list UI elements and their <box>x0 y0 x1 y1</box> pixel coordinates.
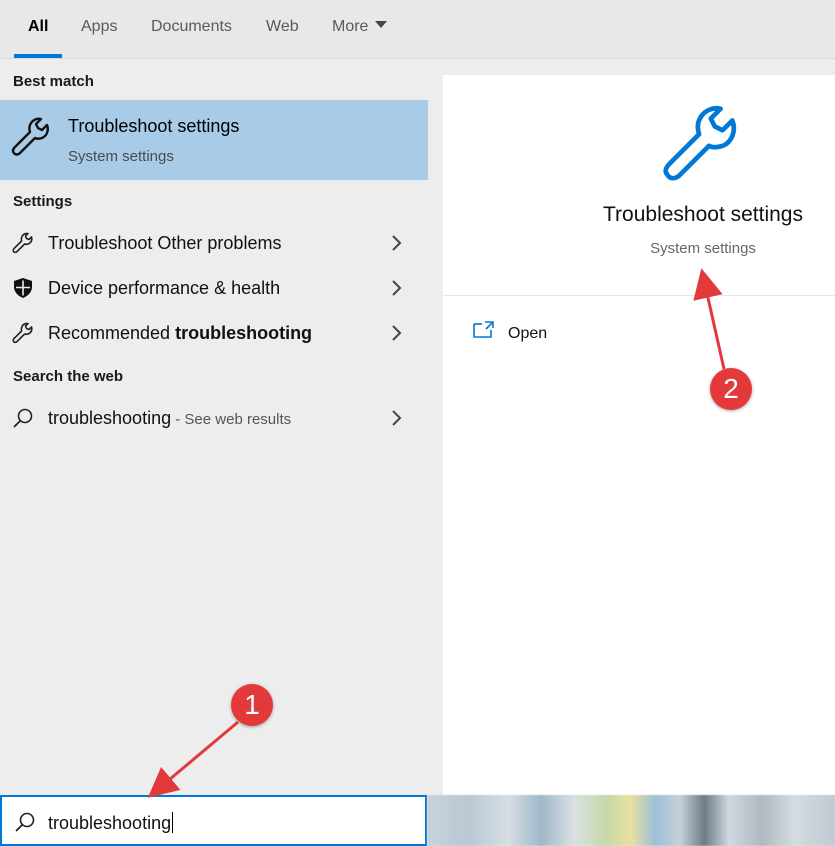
preview-subtitle: System settings <box>650 240 756 257</box>
search-input[interactable]: troubleshooting <box>0 795 427 846</box>
wrench-icon <box>11 117 49 156</box>
web-results-hint: - See web results <box>171 411 292 428</box>
list-item-label: Troubleshoot Other problems <box>48 233 282 253</box>
list-item-label: troubleshooting - See web results <box>48 408 291 429</box>
search-icon <box>15 812 35 832</box>
wrench-icon <box>663 105 737 181</box>
label-prefix: Recommended <box>48 323 176 343</box>
open-action[interactable]: Open <box>508 325 547 343</box>
list-item-recommended-troubleshooting[interactable]: Recommended troubleshooting <box>0 311 428 355</box>
callout-badge-1: 1 <box>231 684 273 726</box>
chevron-right-icon[interactable] <box>390 409 404 427</box>
best-match-item[interactable]: Troubleshoot settings System settings <box>0 100 428 180</box>
preview-pane: Troubleshoot settings System settings Op… <box>428 59 835 795</box>
search-value[interactable]: troubleshooting <box>48 812 174 834</box>
label-bold: troubleshooting <box>175 323 313 343</box>
list-item-web-search[interactable]: troubleshooting - See web results <box>0 396 428 440</box>
results-list: Best match Troubleshoot settings System … <box>0 59 428 795</box>
chevron-right-icon[interactable] <box>390 324 404 342</box>
tab-web[interactable]: Web <box>266 0 299 58</box>
preview-title: Troubleshoot settings <box>602 203 803 226</box>
tab-more-label: More <box>332 18 369 35</box>
text-cursor <box>172 812 174 833</box>
chevron-right-icon[interactable] <box>390 234 404 252</box>
search-web-heading: Search the web <box>13 368 124 385</box>
tab-all[interactable]: All <box>13 0 64 58</box>
web-query: troubleshooting <box>48 408 172 428</box>
shield-icon <box>14 278 32 298</box>
divider <box>443 295 835 296</box>
best-match-title: Troubleshoot settings <box>68 116 240 136</box>
wrench-icon <box>12 232 33 254</box>
settings-heading: Settings <box>13 193 73 210</box>
caret-down-icon <box>375 21 388 28</box>
search-icon <box>13 408 33 428</box>
list-item-label: Recommended troubleshooting <box>48 323 312 344</box>
wrench-icon <box>12 322 33 344</box>
tab-documents[interactable]: Documents <box>151 0 232 58</box>
search-query: troubleshooting <box>48 813 172 833</box>
taskbar <box>427 795 835 846</box>
search-tabs-bar: All Apps Documents Web More <box>0 0 835 59</box>
best-match-heading: Best match <box>13 73 94 90</box>
callout-badge-2: 2 <box>710 368 752 410</box>
list-item-device-performance[interactable]: Device performance & health <box>0 266 428 310</box>
open-window-icon[interactable] <box>473 321 495 339</box>
preview-card: Troubleshoot settings System settings Op… <box>443 75 835 795</box>
chevron-right-icon[interactable] <box>390 279 404 297</box>
list-item-troubleshoot-other[interactable]: Troubleshoot Other problems <box>0 221 428 265</box>
list-item-label: Device performance & health <box>48 278 281 298</box>
best-match-subtitle: System settings <box>68 148 174 165</box>
tab-apps[interactable]: Apps <box>81 0 117 58</box>
tab-more[interactable]: More <box>332 0 388 58</box>
